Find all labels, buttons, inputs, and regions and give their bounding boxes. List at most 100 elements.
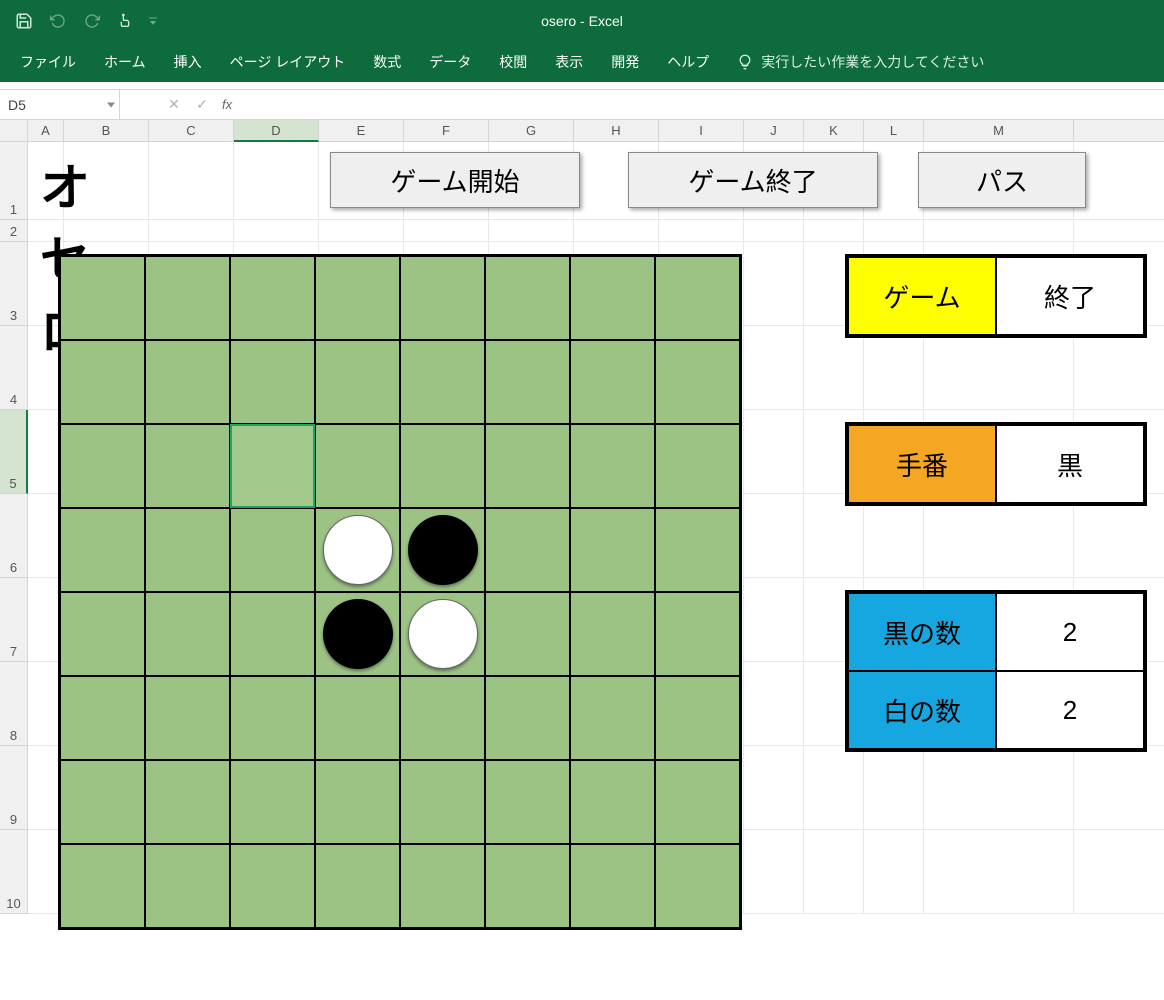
row-header-10[interactable]: 10 bbox=[0, 830, 28, 914]
board-square[interactable] bbox=[315, 340, 400, 424]
name-box[interactable]: D5 bbox=[0, 90, 120, 119]
cell[interactable] bbox=[804, 220, 864, 242]
worksheet[interactable]: ABCDEFGHIJKLM12345678910 オセロ ゲーム開始 ゲーム終了… bbox=[0, 120, 1164, 1000]
cell[interactable] bbox=[1074, 142, 1164, 220]
board-square[interactable] bbox=[230, 256, 315, 340]
ribbon-tab-挿入[interactable]: 挿入 bbox=[160, 42, 216, 82]
start-game-button[interactable]: ゲーム開始 bbox=[330, 152, 580, 208]
board-square[interactable] bbox=[570, 256, 655, 340]
undo-icon[interactable] bbox=[44, 7, 72, 35]
cell[interactable] bbox=[924, 830, 1074, 914]
col-header-M[interactable]: M bbox=[924, 120, 1074, 142]
board-square[interactable] bbox=[60, 592, 145, 676]
col-header-B[interactable]: B bbox=[64, 120, 149, 142]
ribbon-tab-開発[interactable]: 開発 bbox=[597, 42, 653, 82]
board-square[interactable] bbox=[400, 844, 485, 928]
board-square[interactable] bbox=[230, 844, 315, 928]
ribbon-tab-表示[interactable]: 表示 bbox=[541, 42, 597, 82]
cell[interactable] bbox=[804, 494, 864, 578]
cell[interactable] bbox=[149, 220, 234, 242]
row-header-2[interactable]: 2 bbox=[0, 220, 28, 242]
cell[interactable] bbox=[864, 326, 924, 410]
cell[interactable] bbox=[744, 494, 804, 578]
col-header-D[interactable]: D bbox=[234, 120, 319, 142]
cell[interactable] bbox=[149, 142, 234, 220]
board-square[interactable] bbox=[485, 676, 570, 760]
row-header-1[interactable]: 1 bbox=[0, 142, 28, 220]
board-square[interactable] bbox=[655, 424, 740, 508]
autosave-icon[interactable] bbox=[10, 7, 38, 35]
board-square[interactable] bbox=[315, 424, 400, 508]
cell[interactable] bbox=[1074, 830, 1164, 914]
board-square[interactable] bbox=[400, 592, 485, 676]
cell[interactable] bbox=[1074, 494, 1164, 578]
cell[interactable] bbox=[1074, 220, 1164, 242]
cell[interactable] bbox=[1074, 746, 1164, 830]
cell[interactable] bbox=[744, 830, 804, 914]
board-square[interactable] bbox=[145, 340, 230, 424]
board-square[interactable] bbox=[400, 424, 485, 508]
board-square[interactable] bbox=[655, 760, 740, 844]
col-header-J[interactable]: J bbox=[744, 120, 804, 142]
board-square[interactable] bbox=[485, 424, 570, 508]
formula-input[interactable] bbox=[238, 90, 1164, 119]
col-header-E[interactable]: E bbox=[319, 120, 404, 142]
board-square[interactable] bbox=[315, 592, 400, 676]
cell[interactable] bbox=[234, 220, 319, 242]
board-square[interactable] bbox=[655, 256, 740, 340]
board-square[interactable] bbox=[485, 592, 570, 676]
fx-label[interactable]: fx bbox=[216, 97, 238, 112]
board-square[interactable] bbox=[485, 256, 570, 340]
col-header-F[interactable]: F bbox=[404, 120, 489, 142]
qat-customize-icon[interactable] bbox=[146, 7, 160, 35]
cell[interactable] bbox=[864, 494, 924, 578]
col-header-K[interactable]: K bbox=[804, 120, 864, 142]
col-header-G[interactable]: G bbox=[489, 120, 574, 142]
cell[interactable] bbox=[744, 242, 804, 326]
board-square[interactable] bbox=[655, 508, 740, 592]
board-square[interactable] bbox=[145, 508, 230, 592]
cell[interactable] bbox=[489, 220, 574, 242]
board-square[interactable] bbox=[315, 760, 400, 844]
row-header-9[interactable]: 9 bbox=[0, 746, 28, 830]
board-square[interactable] bbox=[145, 760, 230, 844]
board-square[interactable] bbox=[400, 508, 485, 592]
col-header-C[interactable]: C bbox=[149, 120, 234, 142]
board-square[interactable] bbox=[655, 676, 740, 760]
board-square[interactable] bbox=[570, 676, 655, 760]
board-square[interactable] bbox=[145, 424, 230, 508]
cell[interactable] bbox=[864, 220, 924, 242]
board-square[interactable] bbox=[485, 508, 570, 592]
cell[interactable] bbox=[924, 746, 1074, 830]
board-square[interactable] bbox=[60, 760, 145, 844]
row-header-6[interactable]: 6 bbox=[0, 494, 28, 578]
cell[interactable] bbox=[804, 326, 864, 410]
col-header-extra[interactable] bbox=[1074, 120, 1164, 142]
board-square[interactable] bbox=[655, 340, 740, 424]
col-header-I[interactable]: I bbox=[659, 120, 744, 142]
pass-button[interactable]: パス bbox=[918, 152, 1086, 208]
ribbon-tab-ページ レイアウト[interactable]: ページ レイアウト bbox=[216, 42, 360, 82]
board-square[interactable] bbox=[570, 508, 655, 592]
board-square[interactable] bbox=[60, 676, 145, 760]
board-square[interactable] bbox=[400, 676, 485, 760]
board-square[interactable] bbox=[60, 844, 145, 928]
cell[interactable] bbox=[234, 142, 319, 220]
row-header-7[interactable]: 7 bbox=[0, 578, 28, 662]
row-header-8[interactable]: 8 bbox=[0, 662, 28, 746]
redo-icon[interactable] bbox=[78, 7, 106, 35]
board-square[interactable] bbox=[230, 340, 315, 424]
cell[interactable] bbox=[744, 326, 804, 410]
cell[interactable] bbox=[744, 220, 804, 242]
ribbon-tab-ヘルプ[interactable]: ヘルプ bbox=[653, 42, 723, 82]
board-square[interactable] bbox=[60, 256, 145, 340]
board-square[interactable] bbox=[655, 592, 740, 676]
cell[interactable] bbox=[744, 662, 804, 746]
board-square[interactable] bbox=[315, 844, 400, 928]
board-square[interactable] bbox=[60, 508, 145, 592]
row-header-5[interactable]: 5 bbox=[0, 410, 28, 494]
cell[interactable] bbox=[1074, 326, 1164, 410]
ribbon-tab-ファイル[interactable]: ファイル bbox=[6, 42, 90, 82]
cell[interactable] bbox=[924, 326, 1074, 410]
accept-formula-icon[interactable]: ✓ bbox=[188, 94, 216, 116]
